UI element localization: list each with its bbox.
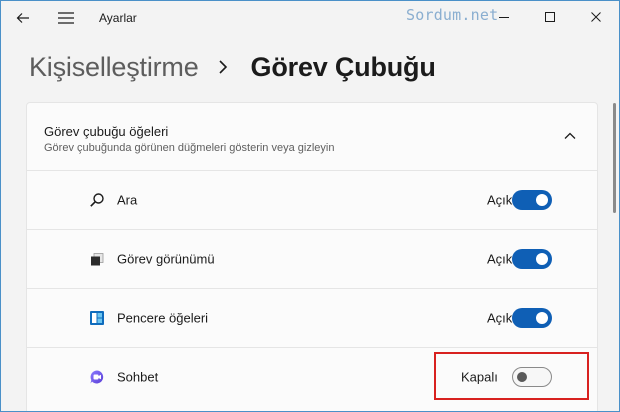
minimize-icon (499, 17, 509, 18)
close-button[interactable] (573, 1, 619, 33)
chat-icon (89, 369, 105, 385)
list-item-widgets: Pencere öğeleri Açık (27, 289, 597, 348)
app-title: Ayarlar (99, 11, 137, 25)
toggle-state-label: Açık (487, 251, 513, 267)
back-arrow-icon[interactable] (15, 10, 31, 26)
section-header[interactable]: Görev çubuğu öğeleri Görev çubuğunda gör… (27, 103, 597, 171)
widgets-icon (89, 310, 105, 326)
item-label: Ara (117, 192, 138, 208)
toggle-switch[interactable] (512, 249, 552, 269)
close-icon (591, 12, 601, 22)
item-label: Görev görünümü (117, 251, 215, 267)
chevron-right-icon (213, 59, 233, 75)
toggle-state-label: Açık (487, 310, 513, 326)
maximize-icon (545, 12, 555, 22)
item-label: Pencere öğeleri (117, 310, 209, 326)
hamburger-menu-icon[interactable] (57, 10, 75, 26)
list-item-ara: Ara Açık (27, 171, 597, 230)
highlight-box (434, 352, 589, 400)
section-subtitle: Görev çubuğunda görünen düğmeleri göster… (44, 142, 335, 154)
item-label: Sohbet (117, 369, 159, 385)
section-title: Görev çubuğu öğeleri (44, 124, 169, 139)
chevron-up-icon[interactable] (563, 129, 577, 143)
maximize-button[interactable] (527, 1, 573, 33)
toggle-state-label: Açık (487, 192, 513, 208)
scrollbar[interactable] (613, 103, 616, 213)
breadcrumb: Kişiselleştirme Görev Çubuğu (29, 45, 436, 89)
toggle-switch[interactable] (512, 308, 552, 328)
toggle-switch[interactable] (512, 190, 552, 210)
minimize-button[interactable] (481, 1, 527, 33)
search-icon (89, 192, 105, 208)
list-item-task-view: Görev görünümü Açık (27, 230, 597, 289)
title-bar: Ayarlar Sordum.net (1, 1, 619, 35)
task-view-icon (89, 251, 105, 267)
page-title: Görev Çubuğu (250, 51, 436, 82)
settings-window: Ayarlar Sordum.net Kişiselleştirme Görev… (0, 0, 620, 412)
breadcrumb-parent[interactable]: Kişiselleştirme (29, 52, 199, 83)
